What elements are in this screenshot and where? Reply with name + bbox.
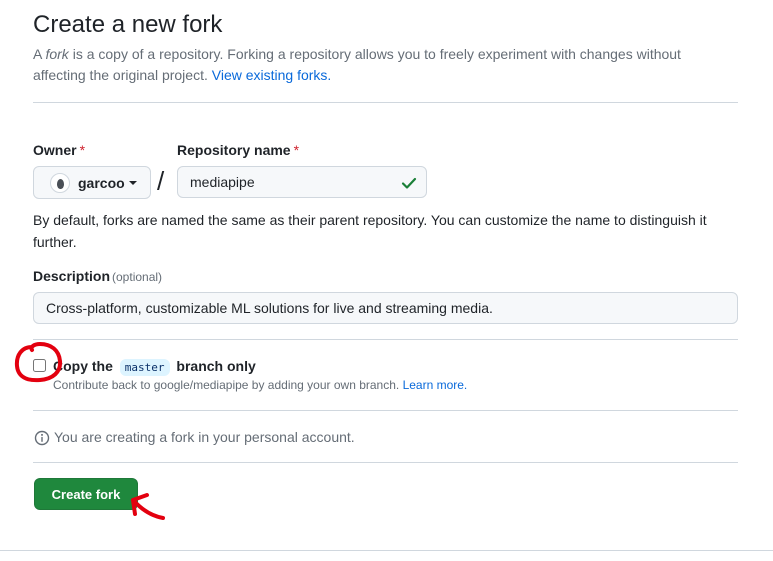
repo-name-helper: By default, forks are named the same as … [33, 212, 707, 250]
owner-label: Owner * [33, 142, 86, 158]
divider [33, 339, 738, 340]
caret-down-icon [128, 180, 137, 185]
divider [33, 102, 738, 103]
info-icon [34, 430, 50, 446]
divider [33, 410, 738, 411]
learn-more-link[interactable]: Learn more. [403, 378, 468, 392]
copy-branch-note: Contribute back to google/mediapipe by a… [53, 378, 468, 392]
page-subtitle: A fork is a copy of a repository. Forkin… [33, 46, 681, 83]
avatar [50, 172, 70, 193]
repo-name-input[interactable] [177, 166, 427, 198]
copy-branch-label: Copy the master branch only [53, 358, 256, 376]
description-label: Description (optional) [33, 268, 163, 284]
divider [33, 462, 738, 463]
check-icon [401, 177, 417, 189]
description-input[interactable] [33, 292, 738, 324]
fork-account-info: You are creating a fork in your personal… [54, 429, 355, 445]
owner-name: garcoo [78, 174, 125, 191]
view-existing-forks-link[interactable]: View existing forks. [212, 67, 332, 83]
repo-name-label: Repository name * [177, 142, 300, 158]
page-title: Create a new fork [33, 11, 223, 38]
create-fork-button[interactable]: Create fork [34, 478, 138, 510]
branch-name-chip: master [119, 359, 170, 376]
owner-select-button[interactable]: garcoo [33, 166, 151, 199]
copy-branch-checkbox[interactable] [33, 359, 46, 372]
owner-repo-separator: / [157, 166, 165, 196]
footer-divider [0, 550, 773, 551]
